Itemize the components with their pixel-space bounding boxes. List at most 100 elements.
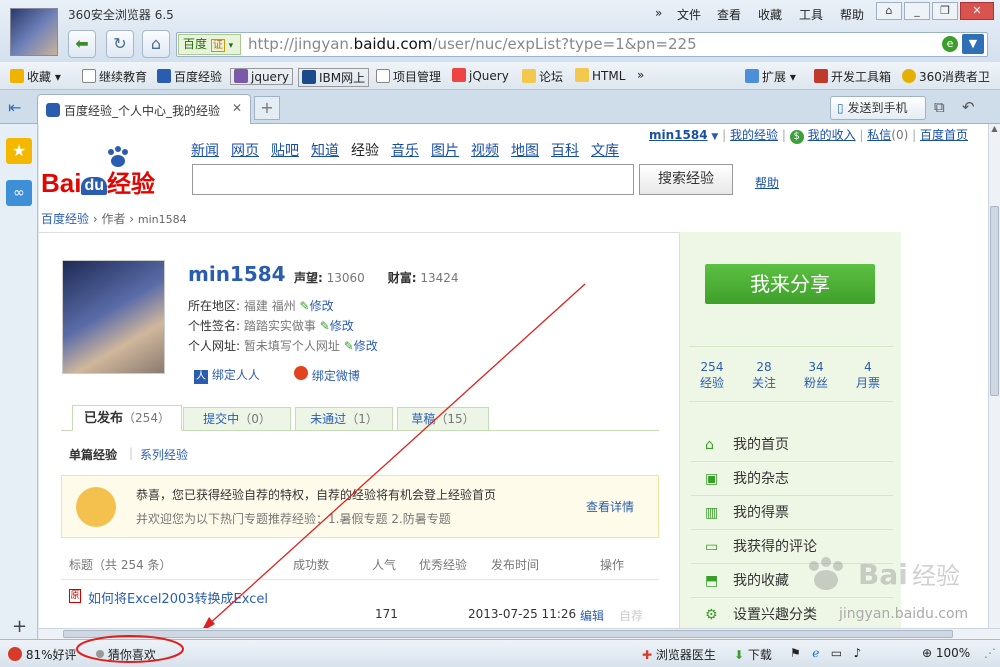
close-button[interactable]: ✕ <box>960 2 994 20</box>
tomato-icon <box>8 647 22 661</box>
add-sidebar-icon[interactable]: + <box>12 616 27 637</box>
engine-label: 百度 <box>183 37 208 51</box>
undo-icon[interactable]: ↶ <box>962 98 975 116</box>
devtools-label: 开发工具箱 <box>831 70 892 84</box>
page-icon <box>82 69 96 83</box>
menu-file[interactable]: 文件 <box>677 6 701 23</box>
bookmark-label: 百度经验 <box>174 70 223 84</box>
tab-active[interactable]: 百度经验_个人中心_我的经验 ✕ <box>37 94 251 124</box>
more-bookmarks-icon[interactable]: » <box>637 68 644 82</box>
url-domain: baidu.com <box>353 35 433 53</box>
browser-doctor[interactable]: ✚ 浏览器医生 <box>642 646 716 663</box>
bookmark-item[interactable]: 论坛 <box>522 68 563 85</box>
jquery-icon <box>234 69 248 83</box>
vertical-scroll-thumb[interactable] <box>990 206 999 396</box>
refresh-icon[interactable]: ↻ <box>106 30 134 58</box>
resize-grip-icon[interactable]: ⋰ <box>984 646 996 660</box>
back-icon[interactable]: ⬅ <box>68 30 96 58</box>
bookmark-label: 继续教育 <box>99 70 148 84</box>
menu-help[interactable]: 帮助 <box>840 6 864 23</box>
close-tab-icon[interactable]: ✕ <box>232 101 242 115</box>
download-icon: ⬇ <box>734 648 745 662</box>
page-content: Bai du 经验 新闻 网页 贴吧 知道 经验 音乐 图片 视频 地图 百科 文库 min1584 ▼… <box>39 124 988 628</box>
menu-tools[interactable]: 工具 <box>799 6 823 23</box>
minimize-button[interactable]: _ <box>904 2 930 20</box>
bookmark-label: 论坛 <box>539 70 564 84</box>
bookmark-item[interactable]: HTML <box>575 68 625 83</box>
bookmark-item[interactable]: 项目管理 <box>376 68 441 85</box>
scroll-up-icon[interactable]: ▲ <box>989 124 1000 136</box>
new-tab-button[interactable]: + <box>254 96 280 120</box>
address-dropdown-icon[interactable]: ▼ <box>962 34 984 54</box>
bookmark-item[interactable]: IBM网上 <box>298 68 370 87</box>
consumer-label: 360消费者卫 <box>919 70 990 84</box>
baidu-icon <box>157 69 171 83</box>
status-icons: ⚑ ℯ ▭ ♪ <box>790 646 861 660</box>
bookmark-label: jQuery <box>469 69 509 83</box>
left-sidebar: ★ ∞ + <box>0 124 38 639</box>
shield-icon <box>902 69 916 83</box>
download-text: 下载 <box>747 648 772 662</box>
menu-view[interactable]: 查看 <box>717 6 741 23</box>
star-icon <box>10 69 24 83</box>
doctor-text: 浏览器医生 <box>655 648 716 662</box>
favorites-button[interactable]: 收藏 ▾ <box>10 68 61 85</box>
bookmark-label: jquery <box>251 70 289 84</box>
devtools-button[interactable]: 开发工具箱 <box>814 68 891 85</box>
bookmark-label: HTML <box>592 69 626 83</box>
menu-more-icon[interactable]: » <box>655 6 662 20</box>
tab-title: 百度经验_个人中心_我的经验 <box>64 104 221 118</box>
vertical-scrollbar[interactable]: ▲ <box>988 124 1000 628</box>
bookmark-label: 项目管理 <box>393 70 442 84</box>
skin-icon[interactable]: ⌂ <box>876 2 902 20</box>
annotation-arrow <box>203 283 586 628</box>
app-avatar <box>10 8 58 56</box>
jquery-icon <box>452 68 466 82</box>
js-icon <box>814 69 828 83</box>
ibm-icon <box>302 70 316 84</box>
baidu-paw-icon <box>46 103 60 117</box>
url-suffix: /user/nuc/expList?type=1&pn=225 <box>432 35 697 53</box>
annotation-ellipse <box>76 635 184 663</box>
downloads[interactable]: ⬇ 下载 <box>734 646 772 663</box>
favorites-label: 收藏 <box>27 70 52 84</box>
cloud-sync-icon[interactable]: ∞ <box>6 180 32 206</box>
ie-compat-icon[interactable]: e <box>942 36 958 52</box>
zoom-icon: ⊕ <box>922 646 933 660</box>
send-to-phone-button[interactable]: ▯ 发送到手机 <box>830 96 926 120</box>
speed-icon[interactable]: ⚑ <box>790 646 801 660</box>
extensions-button[interactable]: 扩展 ▾ <box>745 68 796 85</box>
monitor-icon[interactable]: ▭ <box>831 646 842 660</box>
send-label: 发送到手机 <box>847 101 908 115</box>
bookmark-item[interactable]: jquery <box>230 68 293 85</box>
bookmark-label: IBM网上 <box>319 71 366 85</box>
plus-cross-icon: ✚ <box>642 648 653 662</box>
home-icon[interactable]: ⌂ <box>142 30 170 58</box>
extensions-label: 扩展 <box>762 70 787 84</box>
page-icon <box>376 69 390 83</box>
zoom-text: 100% <box>935 646 971 660</box>
window-title: 360安全浏览器 6.5 <box>68 8 174 22</box>
rating-text: 81%好评 <box>25 648 77 662</box>
folder-icon <box>522 69 536 83</box>
new-window-icon[interactable]: ⧉ <box>934 98 945 116</box>
zoom-level[interactable]: ⊕ 100% <box>922 646 970 660</box>
consumer-button[interactable]: 360消费者卫 <box>902 68 990 85</box>
bookmark-item[interactable]: 继续教育 <box>82 68 147 85</box>
search-engine-selector[interactable]: 百度 证 ▾ <box>178 34 241 55</box>
bookmark-item[interactable]: jQuery <box>452 68 509 83</box>
menu-favorites[interactable]: 收藏 <box>758 6 782 23</box>
speaker-icon[interactable]: ♪ <box>854 646 862 660</box>
ie-icon[interactable]: ℯ <box>812 646 819 660</box>
sidebar-toggle-icon[interactable]: ⇤ <box>8 98 21 117</box>
rating-indicator[interactable]: 81%好评 <box>8 646 77 663</box>
url-text: http://jingyan.baidu.com/user/nuc/expLis… <box>248 35 697 53</box>
restore-button[interactable]: ❐ <box>932 2 958 20</box>
phone-icon: ▯ <box>837 101 844 115</box>
favorites-star-icon[interactable]: ★ <box>6 138 32 164</box>
bookmark-item[interactable]: 百度经验 <box>157 68 222 85</box>
grid-icon <box>745 69 759 83</box>
chevron-down-icon: ▾ <box>228 41 234 51</box>
url-prefix: http://jingyan. <box>248 35 354 53</box>
horizontal-scroll-thumb[interactable] <box>63 630 953 638</box>
